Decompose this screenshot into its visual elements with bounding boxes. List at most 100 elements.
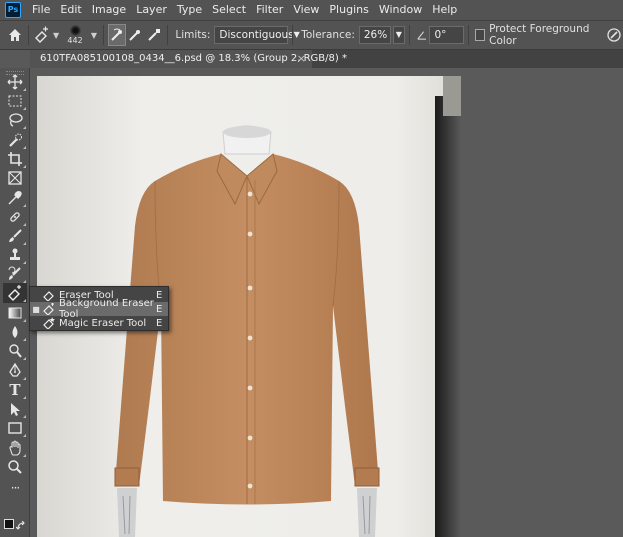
- tolerance-slider-button[interactable]: ▼: [392, 26, 405, 44]
- eraser-tool[interactable]: [3, 283, 27, 303]
- brush-picker[interactable]: 442: [65, 24, 85, 46]
- pen-pressure-icon: [607, 28, 621, 42]
- eyedropper-tool-icon: [8, 190, 22, 205]
- menu-layer[interactable]: Layer: [131, 0, 172, 20]
- flyout-item-background-eraser[interactable]: ■ Background Eraser Tool E: [30, 298, 168, 320]
- frame-tool-icon: [8, 171, 22, 185]
- divider: [292, 25, 294, 45]
- divider: [103, 25, 104, 45]
- rectangle-tool[interactable]: [3, 418, 27, 438]
- sampling-background-swatch-button[interactable]: [144, 24, 162, 46]
- zoom-tool-icon: [8, 460, 22, 474]
- gradient-tool[interactable]: [3, 303, 27, 323]
- rectangle-tool-icon: [8, 422, 22, 434]
- options-bar: ▼ 442 ▼ Limits: Discontiguous ▼ Toleranc…: [0, 20, 623, 50]
- hand-tool-icon: [9, 440, 21, 456]
- limits-value: Discontiguous: [219, 29, 294, 41]
- tolerance-label: Tolerance:: [301, 29, 355, 41]
- brush-tool-icon: [9, 229, 22, 242]
- sampling-continuous-button[interactable]: [107, 24, 127, 46]
- quick-selection-tool[interactable]: [3, 130, 27, 150]
- flyout-indicator: [23, 357, 26, 360]
- flyout-item-shortcut: E: [156, 303, 163, 315]
- swap-colors-icon[interactable]: [16, 521, 26, 531]
- lasso-tool[interactable]: [3, 110, 27, 130]
- spot-healing-tool-icon: [10, 212, 20, 222]
- tool-preset-picker[interactable]: [33, 24, 51, 46]
- eyedropper-tool[interactable]: [3, 188, 27, 208]
- divider: [468, 25, 469, 45]
- clone-stamp-tool-icon: [10, 248, 20, 260]
- pen-tool[interactable]: [3, 361, 27, 381]
- hand-tool[interactable]: [3, 438, 27, 458]
- spot-healing-tool[interactable]: [3, 207, 27, 227]
- tools-panel: T ···: [0, 68, 30, 537]
- tolerance-input[interactable]: 26%: [358, 26, 391, 44]
- menu-help[interactable]: Help: [427, 0, 462, 20]
- blur-tool[interactable]: [3, 322, 27, 342]
- chevron-down-icon: ▼: [293, 30, 300, 39]
- color-swatches[interactable]: [3, 518, 27, 536]
- flyout-indicator: [23, 299, 26, 302]
- limits-dropdown[interactable]: Discontiguous ▼: [214, 26, 300, 44]
- menu-file[interactable]: File: [27, 0, 55, 20]
- flyout-item-magic-eraser[interactable]: Magic Eraser Tool E: [30, 316, 168, 330]
- path-selection-tool-icon: [11, 403, 20, 416]
- flyout-item-label: Magic Eraser Tool: [59, 317, 147, 329]
- menu-image[interactable]: Image: [87, 0, 131, 20]
- crop-tool[interactable]: [3, 149, 27, 169]
- menu-view[interactable]: View: [288, 0, 324, 20]
- eraser-tools-flyout: Eraser Tool E ■ Background Eraser Tool E…: [29, 286, 169, 331]
- brush-tool[interactable]: [3, 226, 27, 246]
- chevron-down-icon[interactable]: ▼: [53, 31, 59, 40]
- more-tools-icon: ···: [10, 481, 21, 495]
- crop-tool-icon: [8, 152, 22, 166]
- menu-plugins[interactable]: Plugins: [324, 0, 373, 20]
- dodge-tool-icon: [9, 344, 22, 358]
- menu-edit[interactable]: Edit: [55, 0, 86, 20]
- pressure-size-button[interactable]: [605, 24, 623, 46]
- blur-tool-icon: [12, 326, 18, 338]
- angle-icon: [416, 31, 426, 40]
- lasso-tool-icon: [9, 113, 23, 127]
- eraser-icon: [42, 289, 56, 301]
- zoom-tool[interactable]: [3, 457, 27, 477]
- type-tool[interactable]: T: [3, 380, 27, 400]
- path-selection-tool[interactable]: [3, 399, 27, 419]
- chevron-down-icon[interactable]: ▼: [91, 31, 97, 40]
- marquee-tool[interactable]: [3, 91, 27, 111]
- dodge-tool[interactable]: [3, 341, 27, 361]
- quick-selection-tool-icon: [9, 133, 22, 147]
- brush-tip-icon: [69, 24, 81, 36]
- divider: [166, 25, 168, 45]
- angle-input[interactable]: 0°: [429, 26, 465, 44]
- foreground-color-swatch[interactable]: [4, 519, 14, 529]
- home-button[interactable]: [6, 24, 24, 46]
- protect-foreground-checkbox[interactable]: [474, 29, 486, 41]
- sampling-once-button[interactable]: [126, 24, 144, 46]
- home-icon: [9, 29, 22, 41]
- flyout-item-shortcut: E: [156, 317, 163, 329]
- flyout-indicator: [23, 434, 26, 437]
- close-icon[interactable]: ×: [297, 50, 306, 68]
- more-tools-button[interactable]: ···: [3, 478, 27, 498]
- menu-filter[interactable]: Filter: [251, 0, 288, 20]
- menu-type[interactable]: Type: [172, 0, 207, 20]
- protect-foreground-label: Protect Foreground Color: [489, 23, 590, 47]
- clone-stamp-tool[interactable]: [3, 245, 27, 265]
- menu-bar: Ps File Edit Image Layer Type Select Fil…: [0, 0, 623, 20]
- menu-select[interactable]: Select: [207, 0, 251, 20]
- menu-window[interactable]: Window: [374, 0, 427, 20]
- flyout-indicator: [23, 126, 26, 129]
- move-tool[interactable]: [3, 72, 27, 92]
- limits-label: Limits:: [175, 29, 211, 41]
- pen-tool-icon: [9, 363, 21, 377]
- divider: [408, 25, 410, 45]
- sampling-once-icon: [129, 30, 141, 41]
- document-tab[interactable]: 610TFA085100108_0434__6.psd @ 18.3% (Gro…: [30, 50, 347, 68]
- marquee-tool-icon: [8, 95, 22, 107]
- divider: [28, 25, 29, 45]
- flyout-active-marker: ■: [32, 304, 40, 314]
- frame-tool[interactable]: [3, 168, 27, 188]
- history-brush-tool[interactable]: [3, 264, 27, 284]
